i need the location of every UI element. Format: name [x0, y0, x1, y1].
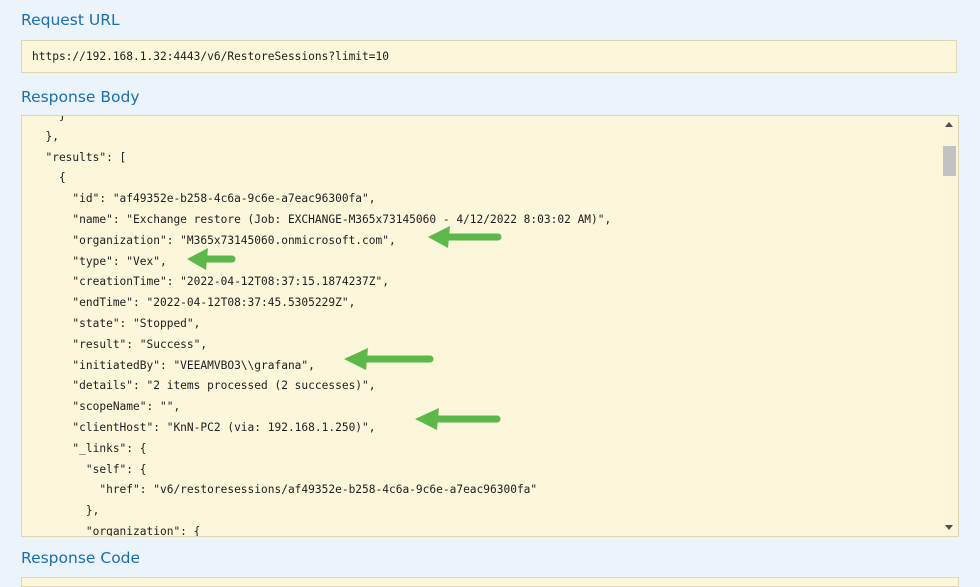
code-line: "results": [: [32, 150, 127, 164]
code-line: "_links": {: [32, 441, 147, 455]
response-body-code: } }, "results": [ { "id": "af49352e-b258…: [32, 115, 612, 537]
request-url-field: https://192.168.1.32:4443/v6/RestoreSess…: [21, 40, 957, 73]
code-line: "self": {: [32, 462, 147, 476]
code-line: "id": "af49352e-b258-4c6a-9c6e-a7eac9630…: [32, 192, 376, 206]
code-line: }: [32, 115, 66, 122]
response-code-title: Response Code: [21, 549, 141, 567]
scroll-down-icon[interactable]: [945, 525, 953, 530]
code-line: },: [32, 129, 59, 143]
code-line: "result": "Success",: [32, 337, 208, 351]
response-body-scrollbar[interactable]: [941, 116, 958, 536]
code-line: "type": "Vex",: [32, 254, 167, 268]
code-line: "scopeName": "",: [32, 400, 181, 414]
scroll-up-icon[interactable]: [945, 122, 953, 127]
arrow-type-icon: [187, 248, 236, 270]
code-line: "organization": {: [32, 524, 201, 537]
code-line: "initiatedBy": "VEEAMVBO3\\grafana",: [32, 358, 315, 372]
scroll-thumb[interactable]: [943, 146, 956, 176]
code-line: },: [32, 504, 100, 518]
response-body-title: Response Body: [21, 88, 140, 106]
code-line: "href": "v6/restoresessions/af49352e-b25…: [32, 483, 538, 497]
code-line: "name": "Exchange restore (Job: EXCHANGE…: [32, 212, 612, 226]
code-line: "organization": "M365x73145060.onmicroso…: [32, 233, 396, 247]
code-line: {: [32, 171, 66, 185]
response-body-panel[interactable]: } }, "results": [ { "id": "af49352e-b258…: [21, 115, 959, 537]
response-code-panel: [21, 577, 959, 587]
code-line: "clientHost": "KnN-PC2 (via: 192.168.1.2…: [32, 420, 376, 434]
code-line: "details": "2 items processed (2 success…: [32, 379, 376, 393]
code-line: "endTime": "2022-04-12T08:37:45.5305229Z…: [32, 296, 356, 310]
request-url-title: Request URL: [21, 11, 120, 29]
arrow-organization-icon: [428, 226, 502, 248]
code-line: "creationTime": "2022-04-12T08:37:15.187…: [32, 275, 389, 289]
arrow-clienthost-icon: [415, 408, 501, 430]
arrow-initiatedby-icon: [344, 348, 434, 370]
code-line: "state": "Stopped",: [32, 316, 201, 330]
